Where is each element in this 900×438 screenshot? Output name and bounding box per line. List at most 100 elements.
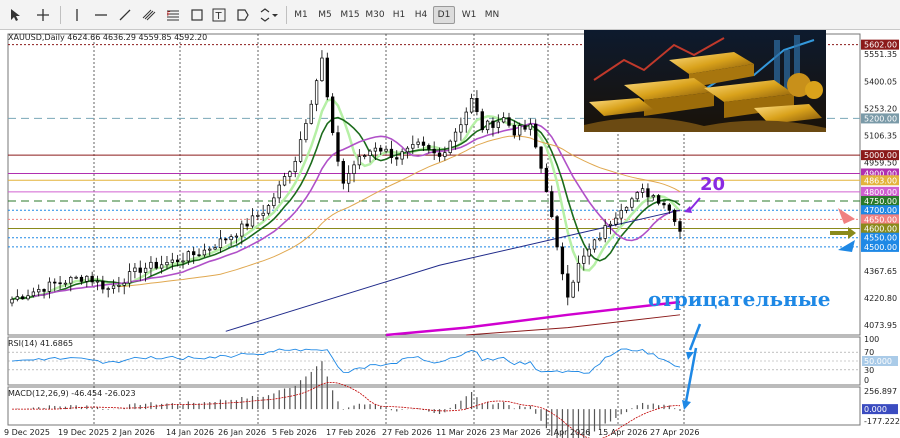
candle-body: [501, 117, 506, 123]
candle-body: [437, 152, 442, 157]
candle-body: [656, 195, 661, 204]
horizontal-line-icon[interactable]: [90, 4, 112, 26]
channel-icon[interactable]: [138, 4, 160, 26]
candle-body: [528, 123, 533, 130]
candle-body: [208, 248, 212, 251]
date-axis-label: 23 Mar 2026: [490, 428, 541, 437]
candle-body: [154, 261, 158, 269]
date-axis-label: 15 Apr 2026: [598, 428, 647, 437]
timeframe-d1[interactable]: D1: [433, 6, 455, 24]
candle-body: [630, 198, 634, 208]
text-tool-icon[interactable]: T: [208, 4, 230, 26]
candle-body: [127, 271, 132, 284]
candle-body: [186, 251, 191, 262]
trendline-icon[interactable]: [114, 4, 136, 26]
candle-body: [31, 291, 36, 297]
rsi-header: RSI(14) 41.6865: [8, 339, 73, 348]
timeframe-m5[interactable]: M5: [314, 6, 336, 24]
candle-body: [288, 171, 292, 177]
vertical-line-icon[interactable]: [66, 4, 88, 26]
crosshair-icon[interactable]: [32, 4, 54, 26]
candle-body: [341, 160, 345, 184]
candle-body: [496, 121, 500, 128]
candle-body: [411, 144, 415, 149]
cursor-icon[interactable]: [4, 4, 26, 26]
date-axis-label: 11 Mar 2026: [436, 428, 487, 437]
candle-body: [635, 192, 639, 200]
shapes-icon[interactable]: [186, 4, 208, 26]
price-tag-label: 4863.00: [864, 176, 897, 185]
candle-body: [197, 254, 201, 257]
candle-body: [560, 246, 565, 275]
candle-body: [165, 261, 169, 266]
price-tag-label: 4600.00: [864, 225, 897, 234]
date-axis-label: 27 Feb 2026: [382, 428, 432, 437]
timeframe-h1[interactable]: H1: [388, 6, 410, 24]
chart-header: XAUUSD,Daily 4624.66 4636.29 4559.85 459…: [8, 33, 207, 42]
candle-body: [678, 221, 682, 232]
candle-body: [325, 57, 329, 98]
candle-body: [202, 249, 207, 256]
arrows-dropdown-icon[interactable]: [256, 4, 282, 26]
candle-body: [566, 273, 570, 298]
date-axis-label: 5 Feb 2026: [272, 428, 317, 437]
timeframe-m30[interactable]: M30: [362, 6, 388, 24]
rsi-axis-label: 0: [864, 376, 869, 385]
candle-body: [624, 206, 629, 211]
candle-body: [550, 191, 554, 218]
candle-body: [416, 141, 420, 145]
candle-body: [480, 111, 484, 131]
date-axis-label: 9 Dec 2025: [4, 428, 50, 437]
candle-body: [320, 57, 324, 82]
candle-body: [619, 210, 623, 219]
toolbar-separator: [286, 6, 287, 24]
candle-body: [133, 267, 137, 272]
date-axis-label: 19 Dec 2025: [58, 428, 109, 437]
candle-body: [427, 145, 431, 150]
candle-body: [90, 275, 94, 283]
candle-body: [534, 123, 538, 148]
candle-body: [576, 263, 581, 283]
candle-body: [159, 264, 164, 269]
candle-body: [224, 238, 228, 241]
candle-body: [277, 184, 281, 199]
candle-body: [598, 238, 602, 241]
timeframe-m1[interactable]: M1: [290, 6, 312, 24]
candle-body: [170, 259, 174, 263]
candle-body: [261, 212, 265, 216]
candle-body: [363, 155, 367, 157]
candle-body: [245, 223, 249, 227]
candle-body: [138, 267, 142, 273]
candle-body: [443, 152, 447, 157]
candle-body: [389, 148, 394, 158]
candle-body: [357, 156, 362, 166]
candle-body: [651, 195, 655, 198]
price-tag-label: 4800.00: [864, 188, 897, 197]
candle-body: [395, 157, 399, 160]
macd-axis-label: 0.000: [864, 405, 887, 414]
price-axis-label: 4220.80: [864, 294, 897, 303]
chart-window[interactable]: 100 70 50.000 30 0 256.897 0.000 -177.222 5551…: [0, 30, 900, 438]
label-icon[interactable]: [232, 4, 254, 26]
candle-body: [10, 298, 14, 304]
rsi-axis-label: 30: [864, 366, 874, 375]
fibonacci-icon[interactable]: F: [162, 4, 184, 26]
timeframe-mn[interactable]: MN: [481, 6, 503, 24]
candle-body: [234, 235, 239, 238]
candle-body: [250, 215, 255, 227]
candle-body: [192, 251, 196, 256]
candle-body: [347, 173, 351, 184]
candle-body: [149, 261, 153, 269]
svg-text:F: F: [167, 11, 171, 18]
timeframe-h4[interactable]: H4: [410, 6, 432, 24]
timeframe-w1[interactable]: W1: [458, 6, 480, 24]
price-tag-label: 5602.00: [864, 41, 897, 50]
candle-body: [592, 239, 597, 250]
candle-body: [608, 223, 613, 226]
macd-axis-label: 256.897: [864, 387, 897, 396]
price-axis-label: 4073.95: [864, 321, 897, 330]
candle-body: [240, 223, 244, 237]
timeframe-m15[interactable]: M15: [338, 6, 362, 24]
toolbar: F T M1 M5 M15 M30 H1 H4 D1 W1 MN: [0, 0, 900, 30]
candle-body: [518, 125, 522, 136]
